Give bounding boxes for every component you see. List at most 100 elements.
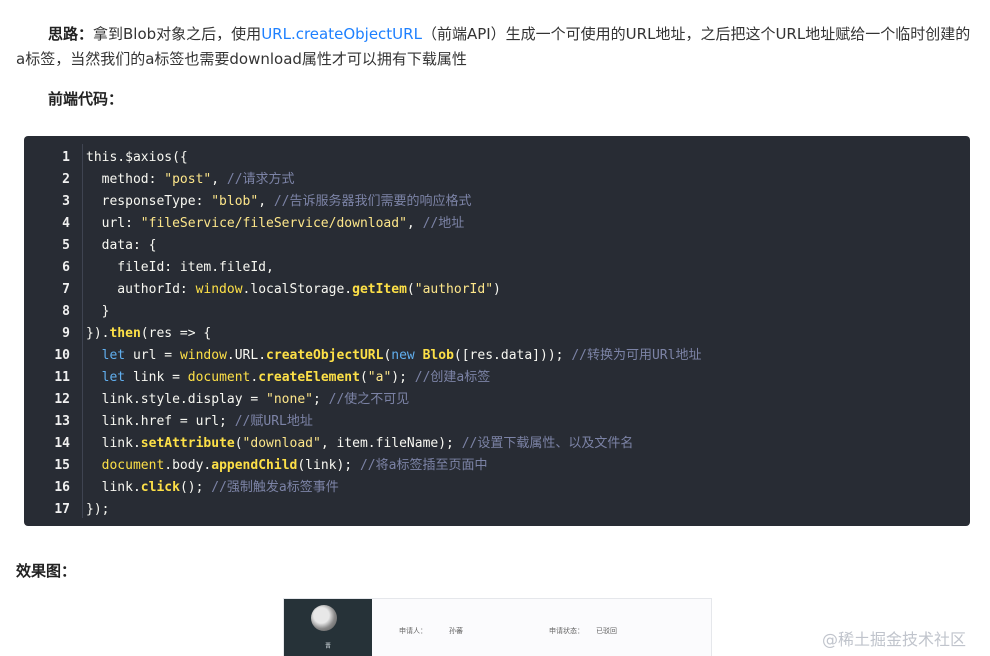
code-token: window [179,348,227,363]
code-token: link.href = url; [86,414,235,429]
code-token: "download" [242,436,321,451]
code-token: ( [359,370,368,385]
code-token: , item.fileName); [320,436,462,451]
line-number: 14 [54,436,70,451]
applicant-label: 申请人： [399,627,427,635]
line-number: 16 [54,480,70,495]
effect-heading: 效果图： [16,562,77,580]
screenshot-sidebar: 晋 [284,599,372,656]
code-token: document [101,458,165,473]
code-token: .body. [164,458,212,473]
code-token: "post" [164,172,212,187]
code-token: ([res.data])); [453,348,572,363]
code-token: (link); [297,458,360,473]
code-line: url: "fileService/fileService/download",… [86,213,465,235]
code-token: url: [86,216,141,231]
avatar-name: 晋 [324,643,331,650]
code-line: method: "post", //请求方式 [86,169,295,191]
code-token: url = [125,348,180,363]
code-token: ) [493,282,501,297]
code-token: //创建a标签 [414,370,491,385]
code-line: let url = window.URL.createObjectURL(new… [86,345,702,367]
code-token: .URL. [226,348,267,363]
code-block[interactable]: 1 this.$axios({2 method: "post", //请求方式 3 … [24,136,970,526]
avatar [311,605,337,631]
code-line: responseType: "blob", //告诉服务器我们需要的响应格式 [86,191,472,213]
applicant-value: 孙蕃 [449,627,463,635]
code-token: link. [86,436,141,451]
code-token: createObjectURL [266,348,384,363]
code-line: link.click(); //强制触发a标签事件 [86,477,339,499]
code-line: let link = document.createElement("a"); … [86,367,491,389]
code-line: }); [86,499,109,521]
code-line: link.setAttribute("download", item.fileN… [86,433,634,455]
code-token: ); [391,370,415,385]
code-line: authorId: window.localStorage.getItem("a… [86,279,501,301]
code-token: ( [406,282,415,297]
intro-text-before: 拿到Blob对象之后，使用 [93,25,262,43]
code-token: , [211,172,227,187]
line-number: 1 [62,150,70,165]
code-token: "blob" [211,194,259,209]
code-token: getItem [352,282,407,297]
code-line: document.body.appendChild(link); //将a标签插… [86,455,488,477]
code-token: new [391,348,415,363]
create-object-url-link[interactable]: URL.createObjectURL [261,25,422,43]
code-line: this.$axios({ [86,147,188,169]
intro-label: 思路： [48,25,94,43]
code-line: link.href = url; //赋URL地址 [86,411,313,433]
code-line: link.style.display = "none"; //使之不可见 [86,389,410,411]
code-token: link = [125,370,188,385]
code-token: click [140,480,180,495]
code-token: ; [312,392,329,407]
code-token: (); [179,480,212,495]
code-token: } [86,304,110,319]
code-token: setAttribute [140,436,235,451]
code-token: .localStorage. [242,282,353,297]
code-line: data: { [86,235,157,257]
code-token: //将a标签插至页面中 [359,458,488,473]
code-token: //请求方式 [226,172,295,187]
code-line: } [86,301,110,323]
code-token: "a" [367,370,392,385]
watermark: @稀土掘金技术社区 [822,630,967,649]
code-token: window [195,282,243,297]
code-token: link.style.display = [86,392,267,407]
line-number: 15 [54,458,70,473]
code-token: link. [86,480,141,495]
code-token: }). [86,326,110,341]
line-number: 10 [54,348,70,363]
code-token: //设置下载属性、以及文件名 [461,436,634,451]
effect-screenshot: 晋 申请人： 孙蕃 申请状态： 已驳回 [283,598,712,656]
line-number: 5 [62,238,70,253]
code-token: //使之不可见 [328,392,410,407]
code-token: document [187,370,251,385]
code-line: }).then(res => { [86,323,211,345]
code-token: responseType: [86,194,212,209]
code-token: fileId: item.fileId, [86,260,274,275]
line-number: 17 [54,502,70,517]
code-token: //强制触发a标签事件 [211,480,339,495]
line-number: 11 [54,370,70,385]
code-token: authorId: [86,282,196,297]
code-token: //赋URL地址 [234,414,313,429]
status-label: 申请状态： [549,627,584,635]
line-number: 6 [62,260,70,275]
code-token: //地址 [422,216,465,231]
code-token: then [109,326,141,341]
code-token: "none" [266,392,313,407]
code-token: ( [234,436,243,451]
line-number: 3 [62,194,70,209]
line-number: 2 [62,172,70,187]
code-token: //告诉服务器我们需要的响应格式 [273,194,472,209]
line-number: 8 [62,304,70,319]
code-token: this.$axios({ [86,150,188,165]
line-number: 4 [62,216,70,231]
intro-paragraph: 思路：拿到Blob对象之后，使用URL.createObjectURL（前端AP… [16,22,978,72]
code-token: , [258,194,274,209]
line-number: 12 [54,392,70,407]
code-token: method: [86,172,165,187]
